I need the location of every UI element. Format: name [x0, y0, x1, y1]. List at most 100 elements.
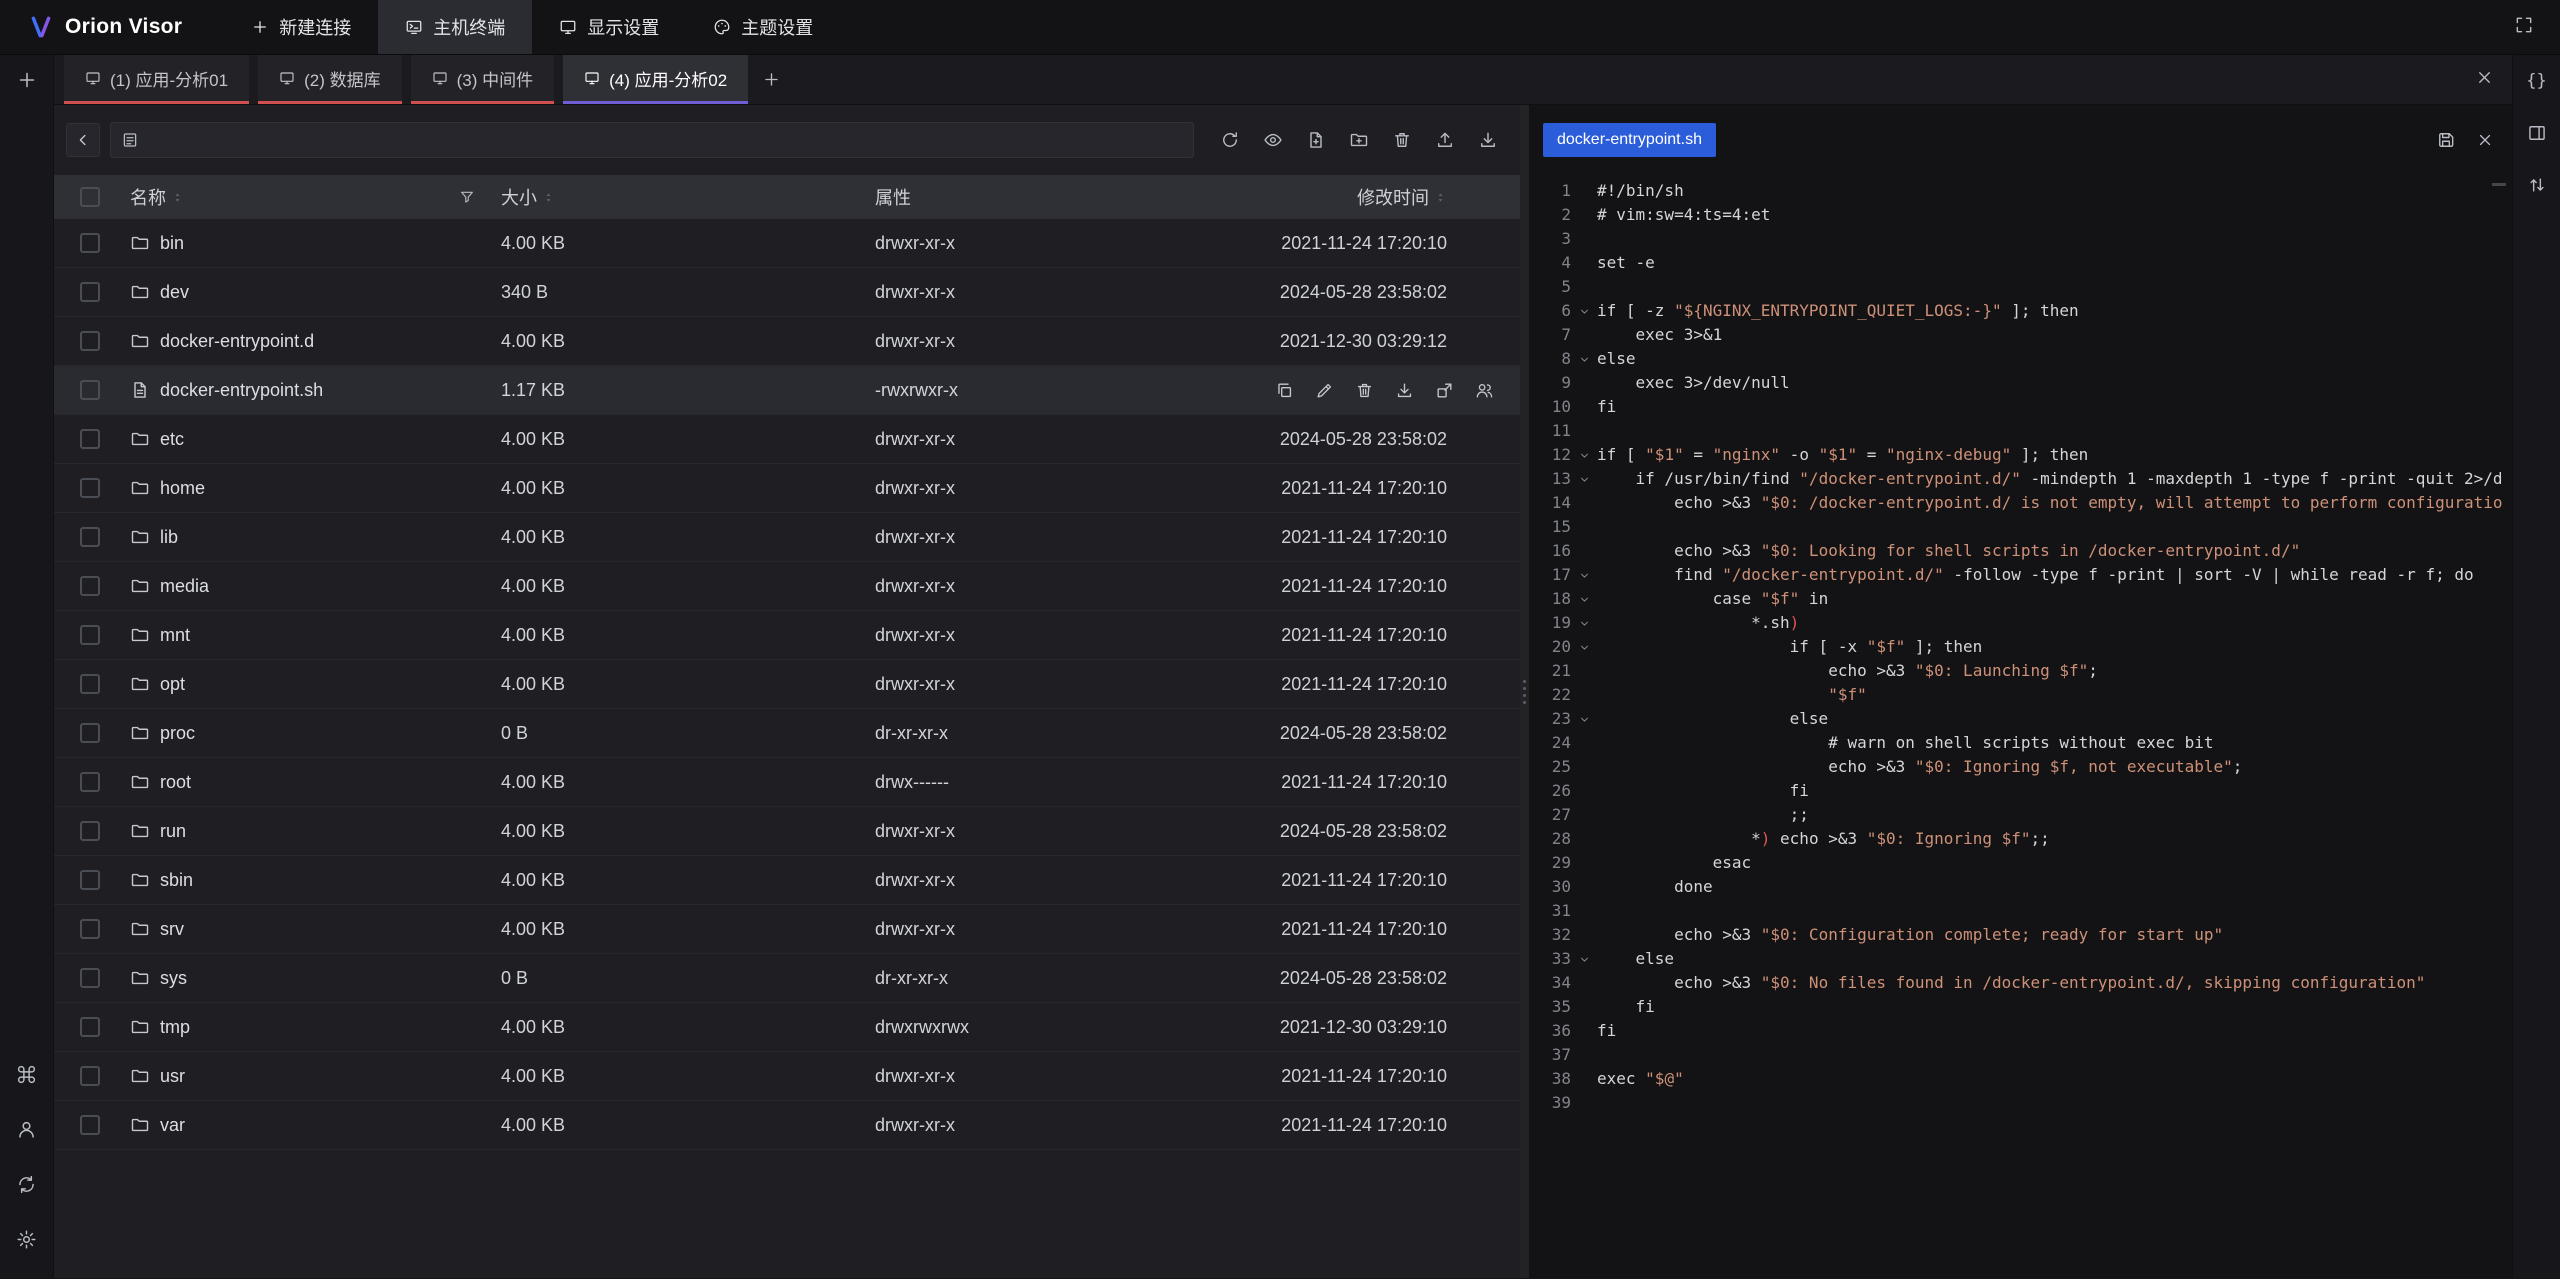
close-tabs-icon[interactable] — [2475, 68, 2494, 87]
row-checkbox[interactable] — [80, 772, 100, 792]
select-all-checkbox[interactable] — [80, 187, 100, 207]
file-row[interactable]: docker-entrypoint.sh1.17 KB-rwxrwxr-x — [54, 366, 1520, 415]
braces-icon[interactable]: {} — [2526, 71, 2546, 91]
sort-name-icon[interactable] — [171, 191, 184, 204]
row-checkbox[interactable] — [80, 1017, 100, 1037]
row-checkbox[interactable] — [80, 919, 100, 939]
file-name[interactable]: usr — [160, 1066, 185, 1087]
row-checkbox[interactable] — [80, 723, 100, 743]
file-name[interactable]: var — [160, 1115, 185, 1136]
row-checkbox[interactable] — [80, 478, 100, 498]
file-name[interactable]: sys — [160, 968, 187, 989]
file-row[interactable]: docker-entrypoint.d4.00 KBdrwxr-xr-x2021… — [54, 317, 1520, 366]
file-row[interactable]: etc4.00 KBdrwxr-xr-x2024-05-28 23:58:02 — [54, 415, 1520, 464]
back-button[interactable] — [66, 123, 100, 157]
terminal-tab[interactable]: (4) 应用-分析02 — [563, 55, 748, 104]
file-row[interactable]: media4.00 KBdrwxr-xr-x2021-11-24 17:20:1… — [54, 562, 1520, 611]
column-mtime-label[interactable]: 修改时间 — [1357, 184, 1429, 210]
permission-icon[interactable] — [1475, 381, 1494, 400]
new-folder-icon[interactable] — [1349, 130, 1369, 150]
row-checkbox[interactable] — [80, 233, 100, 253]
fold-chevron-icon[interactable] — [1571, 635, 1597, 659]
download-icon[interactable] — [1395, 381, 1414, 400]
top-menu-item[interactable]: 主机终端 — [378, 0, 532, 54]
fold-chevron-icon[interactable] — [1571, 563, 1597, 587]
file-name[interactable]: tmp — [160, 1017, 190, 1038]
terminal-tab[interactable]: (1) 应用-分析01 — [64, 55, 249, 104]
file-row[interactable]: run4.00 KBdrwxr-xr-x2024-05-28 23:58:02 — [54, 807, 1520, 856]
delete-icon[interactable] — [1355, 381, 1374, 400]
file-row[interactable]: sbin4.00 KBdrwxr-xr-x2021-11-24 17:20:10 — [54, 856, 1520, 905]
scrollbar-thumb[interactable] — [2492, 183, 2506, 186]
brand[interactable]: Orion Visor — [28, 14, 182, 40]
file-row[interactable]: bin4.00 KBdrwxr-xr-x2021-11-24 17:20:10 — [54, 219, 1520, 268]
fold-chevron-icon[interactable] — [1571, 347, 1597, 371]
column-name-label[interactable]: 名称 — [130, 184, 166, 210]
file-row[interactable]: srv4.00 KBdrwxr-xr-x2021-11-24 17:20:10 — [54, 905, 1520, 954]
file-name[interactable]: srv — [160, 919, 184, 940]
filter-icon[interactable] — [459, 189, 475, 205]
fold-chevron-icon[interactable] — [1571, 587, 1597, 611]
row-checkbox[interactable] — [80, 331, 100, 351]
sort-mtime-icon[interactable] — [1434, 191, 1447, 204]
add-tab-button[interactable] — [762, 70, 781, 89]
file-row[interactable]: mnt4.00 KBdrwxr-xr-x2021-11-24 17:20:10 — [54, 611, 1520, 660]
save-icon[interactable] — [2436, 130, 2456, 150]
row-checkbox[interactable] — [80, 527, 100, 547]
file-name[interactable]: run — [160, 821, 186, 842]
file-row[interactable]: sys0 Bdr-xr-xr-x2024-05-28 23:58:02 — [54, 954, 1520, 1003]
fullscreen-icon[interactable] — [2514, 15, 2534, 35]
row-checkbox[interactable] — [80, 674, 100, 694]
refresh-icon[interactable] — [1220, 130, 1240, 150]
panel-layout-icon[interactable] — [2527, 123, 2547, 143]
top-menu-item[interactable]: 显示设置 — [532, 0, 686, 54]
file-name[interactable]: opt — [160, 674, 185, 695]
row-checkbox[interactable] — [80, 625, 100, 645]
terminal-tab[interactable]: (3) 中间件 — [411, 55, 555, 104]
row-checkbox[interactable] — [80, 576, 100, 596]
file-row[interactable]: dev340 Bdrwxr-xr-x2024-05-28 23:58:02 — [54, 268, 1520, 317]
file-row[interactable]: lib4.00 KBdrwxr-xr-x2021-11-24 17:20:10 — [54, 513, 1520, 562]
editor-file-tab[interactable]: docker-entrypoint.sh — [1543, 123, 1716, 157]
file-name[interactable]: docker-entrypoint.d — [160, 331, 314, 352]
fold-chevron-icon[interactable] — [1571, 467, 1597, 491]
file-name[interactable]: root — [160, 772, 191, 793]
file-name[interactable]: lib — [160, 527, 178, 548]
fold-chevron-icon[interactable] — [1571, 443, 1597, 467]
file-row[interactable]: root4.00 KBdrwx------2021-11-24 17:20:10 — [54, 758, 1520, 807]
upload-icon[interactable] — [1435, 130, 1455, 150]
show-hidden-eye-icon[interactable] — [1263, 130, 1283, 150]
terminal-tab[interactable]: (2) 数据库 — [258, 55, 402, 104]
top-menu-item[interactable]: 新建连接 — [224, 0, 378, 54]
new-connection-icon[interactable] — [16, 69, 38, 91]
user-icon[interactable] — [16, 1119, 37, 1140]
sync-icon[interactable] — [16, 1174, 37, 1195]
panel-resize-handle[interactable] — [1520, 105, 1529, 1278]
file-name[interactable]: media — [160, 576, 209, 597]
file-name[interactable]: dev — [160, 282, 189, 303]
file-row[interactable]: usr4.00 KBdrwxr-xr-x2021-11-24 17:20:10 — [54, 1052, 1520, 1101]
file-row[interactable]: tmp4.00 KBdrwxrwxrwx2021-12-30 03:29:10 — [54, 1003, 1520, 1052]
command-icon[interactable] — [16, 1064, 37, 1085]
row-checkbox[interactable] — [80, 1066, 100, 1086]
path-list-icon[interactable] — [121, 131, 139, 149]
row-checkbox[interactable] — [80, 968, 100, 988]
row-checkbox[interactable] — [80, 870, 100, 890]
fold-chevron-icon[interactable] — [1571, 947, 1597, 971]
file-name[interactable]: mnt — [160, 625, 190, 646]
file-row[interactable]: proc0 Bdr-xr-xr-x2024-05-28 23:58:02 — [54, 709, 1520, 758]
row-checkbox[interactable] — [80, 282, 100, 302]
fold-chevron-icon[interactable] — [1571, 611, 1597, 635]
fold-chevron-icon[interactable] — [1571, 299, 1597, 323]
fold-chevron-icon[interactable] — [1571, 707, 1597, 731]
settings-gear-icon[interactable] — [16, 1229, 37, 1250]
file-row[interactable]: var4.00 KBdrwxr-xr-x2021-11-24 17:20:10 — [54, 1101, 1520, 1150]
file-name[interactable]: proc — [160, 723, 195, 744]
path-input[interactable] — [110, 122, 1194, 158]
top-menu-item[interactable]: 主题设置 — [686, 0, 840, 54]
row-checkbox[interactable] — [80, 821, 100, 841]
delete-icon[interactable] — [1392, 130, 1412, 150]
copy-icon[interactable] — [1275, 381, 1294, 400]
file-name[interactable]: docker-entrypoint.sh — [160, 380, 323, 401]
row-checkbox[interactable] — [80, 380, 100, 400]
